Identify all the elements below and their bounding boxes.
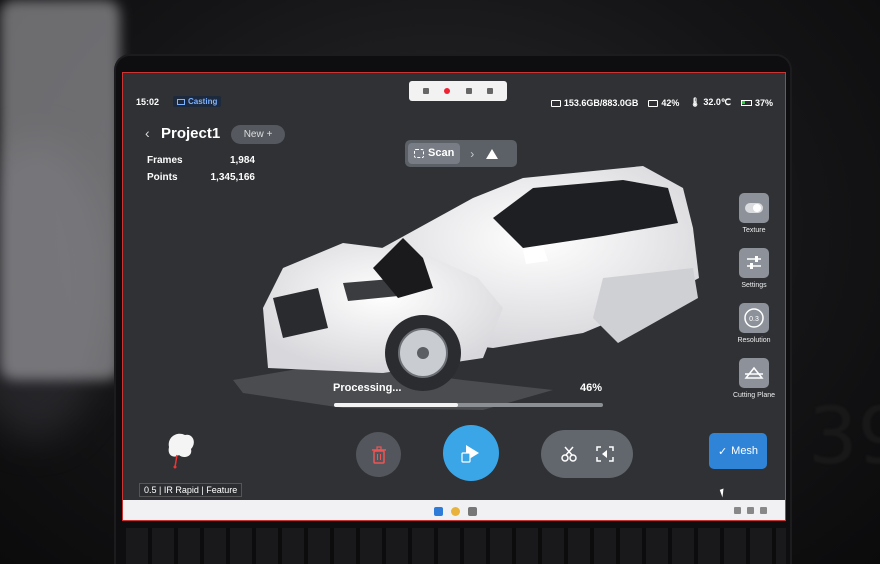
toggle-icon — [739, 193, 769, 223]
battery-icon — [740, 99, 752, 106]
scan-thumbnail[interactable] — [163, 429, 197, 469]
record-icon[interactable] — [444, 88, 451, 94]
webcam-notch — [425, 72, 495, 73]
resolution-value: 0.3 — [749, 316, 759, 323]
resolution-icon: 0.3 — [739, 303, 769, 333]
close-icon[interactable] — [487, 88, 494, 94]
app-screen: 15:02 Casting 153.6GB/883.0GB 42% 🌡 32.0… — [122, 72, 786, 521]
scan-mode-label: 0.5 | IR Rapid | Feature — [139, 483, 243, 497]
temperature-value: 32.0℃ — [703, 97, 731, 107]
new-project-button[interactable]: New + — [231, 125, 285, 144]
stat-label: Frames — [147, 155, 183, 166]
browser-icon[interactable] — [450, 506, 460, 516]
delete-button[interactable] — [356, 432, 401, 477]
pause-icon[interactable] — [422, 88, 429, 94]
battery-value: 37% — [754, 97, 773, 108]
progress-bar — [334, 403, 603, 407]
check-icon: ✓ — [717, 445, 728, 458]
notification-icon[interactable] — [760, 507, 767, 514]
play-process-icon — [461, 445, 479, 463]
laptop-keyboard — [126, 528, 786, 564]
cpu-indicator: 42% — [648, 98, 679, 108]
status-bar: 15:02 Casting 153.6GB/883.0GB 42% 🌡 32.0… — [123, 95, 785, 111]
tool-resolution[interactable]: 0.3 Resolution — [729, 303, 779, 344]
front-hub — [417, 347, 429, 359]
tool-label: Texture — [742, 227, 766, 234]
cpu-value: 42% — [661, 97, 680, 108]
system-info: 153.6GB/883.0GB 42% 🌡 32.0℃ 37% — [550, 97, 773, 108]
storage-icon — [550, 99, 561, 107]
battery-indicator: 37% — [740, 97, 773, 108]
background-plate-digits: 39 — [808, 392, 880, 482]
project-title: Project1 — [161, 125, 221, 142]
trash-icon — [371, 445, 386, 464]
tool-label: Resolution — [737, 337, 771, 344]
process-play-button[interactable] — [443, 425, 499, 481]
undo-frame-icon[interactable] — [595, 445, 615, 463]
mesh-stage-icon[interactable] — [486, 148, 499, 159]
cutting-plane-icon — [739, 358, 769, 388]
scan-icon — [414, 149, 424, 158]
back-icon[interactable]: ‹ — [145, 125, 150, 141]
tool-settings[interactable]: Settings — [729, 248, 779, 289]
cpu-icon — [648, 99, 659, 107]
thermometer-icon: 🌡 — [689, 97, 701, 107]
mesh-button[interactable]: ✓ Mesh — [709, 433, 767, 469]
casting-badge[interactable]: Casting — [173, 96, 222, 107]
network-icon[interactable] — [734, 507, 741, 514]
windows-start-icon[interactable] — [433, 506, 443, 516]
storage-indicator: 153.6GB/883.0GB — [550, 97, 639, 108]
tool-cutting-plane[interactable]: Cutting Plane — [729, 358, 779, 399]
mouse-cursor — [719, 488, 727, 498]
scissors-icon[interactable] — [560, 445, 578, 463]
window-icon[interactable] — [465, 88, 472, 94]
processing-label: Processing... — [333, 382, 402, 394]
temperature-indicator: 🌡 32.0℃ — [689, 97, 731, 108]
tool-label: Settings — [741, 282, 767, 289]
tool-texture[interactable]: Texture — [729, 193, 779, 234]
casting-label: Casting — [188, 97, 218, 106]
app-icon[interactable] — [467, 506, 477, 516]
rear-scan-patch — [593, 268, 698, 343]
volume-icon[interactable] — [747, 507, 754, 514]
stat-label: Points — [147, 172, 178, 183]
system-tray — [734, 507, 767, 514]
processing-percent: 46% — [580, 382, 603, 394]
sliders-icon — [739, 248, 769, 278]
point-cloud-view[interactable] — [223, 158, 713, 428]
cast-icon — [177, 99, 185, 105]
tool-label: Cutting Plane — [732, 392, 776, 399]
windows-taskbar — [123, 500, 785, 520]
mesh-label: Mesh — [731, 445, 759, 457]
storage-value: 153.6GB/883.0GB — [563, 97, 639, 108]
background-license-plate — [0, 0, 120, 380]
progress-fill — [334, 403, 458, 407]
clock: 15:02 — [136, 97, 160, 107]
edit-tools-group — [541, 430, 633, 478]
